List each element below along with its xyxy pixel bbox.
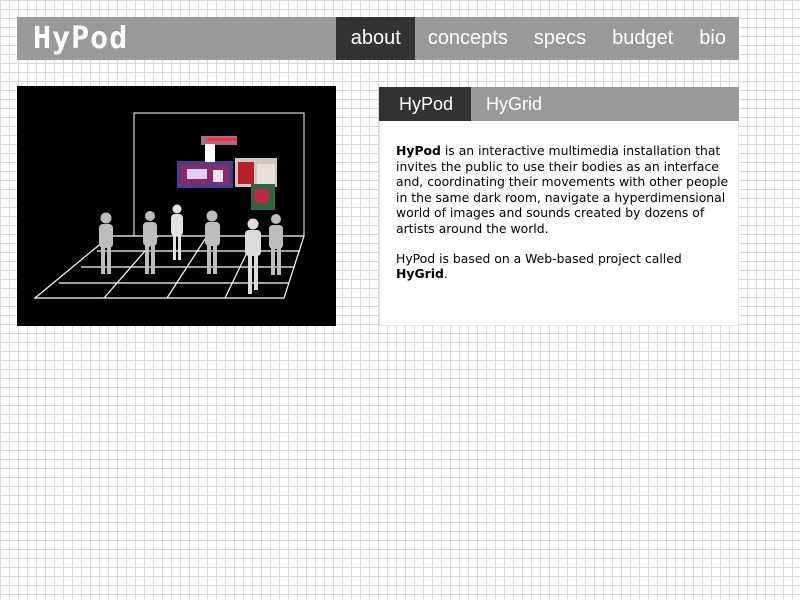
person-figure — [171, 204, 183, 260]
nav-item-about[interactable]: about — [335, 17, 415, 60]
nav-item-bio[interactable]: bio — [686, 17, 739, 60]
hygrid-paragraph: HyPod is based on a Web-based project ca… — [396, 251, 731, 282]
hygrid-intro-text: HyPod is based on a Web-based project ca… — [396, 250, 682, 266]
projected-images — [177, 136, 277, 210]
project-name: HyPod — [396, 143, 441, 158]
intro-text: is an interactive multimedia installatio… — [396, 143, 729, 236]
person-figure — [205, 210, 220, 274]
person-figure — [269, 214, 283, 275]
nav-item-specs[interactable]: specs — [521, 17, 599, 60]
tab-hypod[interactable]: HyPod — [379, 87, 472, 121]
participant-figures — [99, 204, 283, 294]
hygrid-end-text: . — [443, 266, 448, 282]
site-logo[interactable]: HyPod — [33, 19, 128, 58]
tab-content-panel: HyPod is an interactive multimedia insta… — [379, 121, 739, 326]
nav-item-budget[interactable]: budget — [599, 17, 686, 60]
person-figure — [99, 212, 113, 274]
hygrid-name: HyGrid — [396, 266, 444, 282]
intro-paragraph: HyPod is an interactive multimedia insta… — [396, 143, 731, 237]
project-tabs: HyPod HyGrid — [379, 87, 739, 121]
person-figure — [143, 211, 157, 274]
installation-diagram-svg — [33, 112, 305, 299]
floor-grid — [33, 235, 305, 299]
nav-item-concepts[interactable]: concepts — [415, 17, 521, 60]
main-nav: about concepts specs budget bio — [335, 17, 739, 60]
tab-hygrid[interactable]: HyGrid — [471, 87, 560, 121]
about-text: HyPod is an interactive multimedia insta… — [396, 143, 731, 296]
installation-illustration — [17, 86, 336, 326]
site-header: HyPod about concepts specs budget bio — [17, 17, 739, 60]
